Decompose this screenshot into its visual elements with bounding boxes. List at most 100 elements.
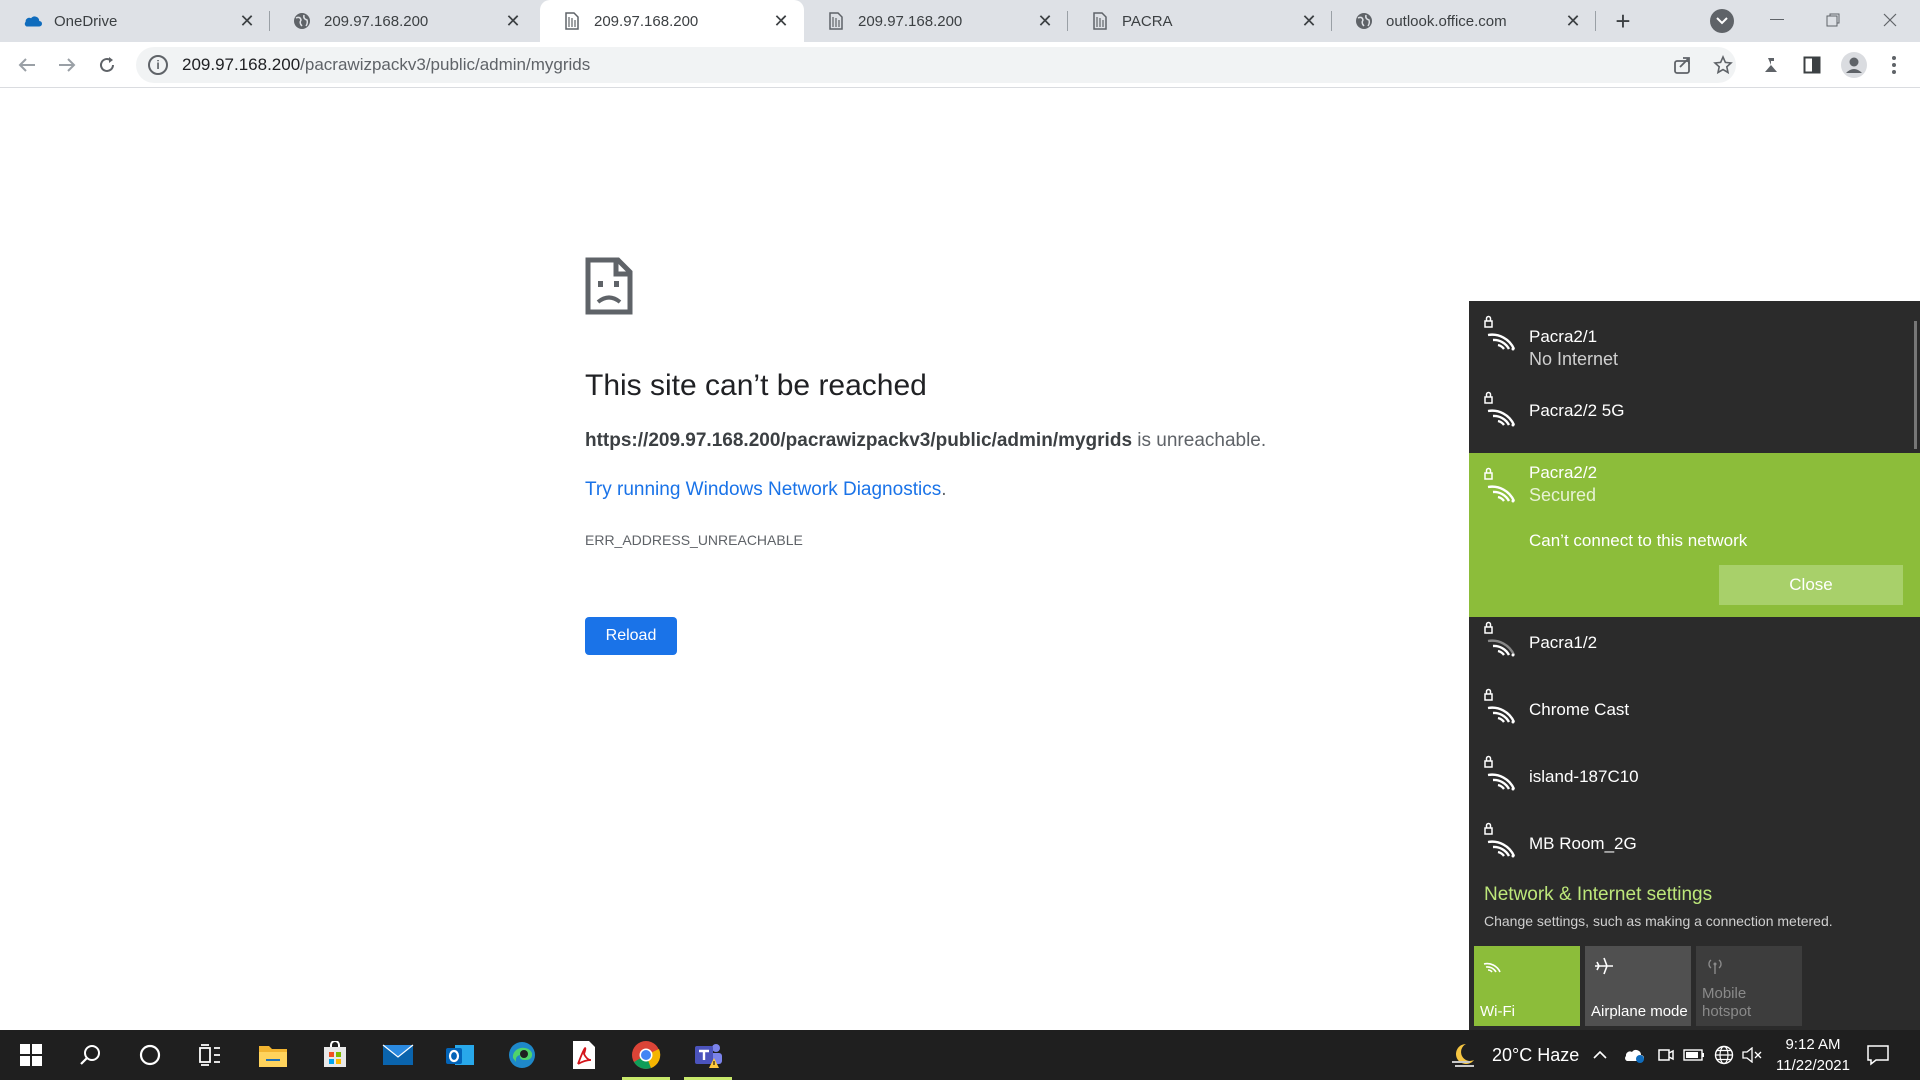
tab-ip-3[interactable]: 209.97.168.200 ✕ [804, 0, 1068, 42]
network-item-island[interactable]: island-187C10 [1469, 751, 1920, 818]
connection-error-message: Can’t connect to this network [1529, 531, 1748, 550]
onedrive-icon [22, 11, 42, 31]
close-icon[interactable]: ✕ [236, 10, 258, 32]
error-url: https://209.97.168.200/pacrawizpackv3/pu… [585, 430, 1133, 451]
tab-title: OneDrive [54, 12, 118, 30]
battery-icon[interactable] [1682, 1043, 1706, 1067]
tab-strip: OneDrive ✕ 209.97.168.200 ✕ 209.97.168.2… [0, 0, 1920, 42]
store-button[interactable] [307, 1030, 363, 1080]
store-icon [324, 1041, 346, 1067]
outlook-button[interactable] [432, 1030, 488, 1080]
error-message: https://209.97.168.200/pacrawizpackv3/pu… [585, 430, 1266, 452]
menu-kebab-icon[interactable] [1882, 53, 1906, 77]
mail-icon [382, 1044, 414, 1065]
network-name: MB Room_2G [1529, 834, 1637, 853]
close-icon[interactable]: ✕ [1034, 10, 1056, 32]
network-globe-icon[interactable] [1712, 1043, 1736, 1067]
wifi-secured-icon [1484, 822, 1516, 863]
close-icon[interactable]: ✕ [502, 10, 524, 32]
network-item-mb-room[interactable]: MB Room_2G [1469, 818, 1920, 882]
chevron-down-icon [1716, 17, 1728, 25]
share-icon[interactable] [1670, 53, 1694, 77]
clock[interactable]: 9:12 AM 11/22/2021 [1770, 1034, 1856, 1076]
edge-icon [509, 1042, 535, 1068]
volume-muted-icon[interactable] [1740, 1043, 1764, 1067]
wifi-toggle[interactable]: Wi-Fi [1474, 946, 1580, 1026]
task-view-button[interactable] [182, 1030, 238, 1080]
wifi-icon [1482, 956, 1504, 978]
tab-title: 209.97.168.200 [324, 12, 429, 30]
tab-ip-1[interactable]: 209.97.168.200 ✕ [270, 0, 536, 42]
reload-toolbar-button[interactable] [92, 50, 122, 80]
side-panel-icon[interactable] [1800, 53, 1824, 77]
notifications-icon[interactable] [1866, 1043, 1890, 1072]
tab-title: outlook.office.com [1386, 12, 1507, 30]
cortana-button[interactable] [122, 1030, 178, 1080]
network-item-chrome-cast[interactable]: Chrome Cast [1469, 684, 1920, 751]
network-settings-description: Change settings, such as making a connec… [1484, 913, 1833, 929]
chrome-icon [632, 1041, 661, 1069]
hotspot-label-line1: Mobile [1702, 985, 1747, 1002]
teams-icon [695, 1044, 722, 1068]
folder-icon [259, 1046, 287, 1067]
close-icon[interactable]: ✕ [1562, 10, 1584, 32]
edge-button[interactable] [494, 1030, 550, 1080]
network-internet-settings-link[interactable]: Network & Internet settings [1484, 884, 1712, 906]
reload-button[interactable]: Reload [585, 617, 677, 655]
teams-button[interactable] [680, 1030, 736, 1080]
info-icon[interactable]: i [148, 55, 168, 75]
windows-logo-icon [20, 1044, 42, 1066]
diagnostics-period: . [941, 479, 947, 500]
mobile-hotspot-toggle[interactable]: Mobile hotspot [1696, 946, 1802, 1026]
meet-now-icon[interactable] [1654, 1043, 1678, 1067]
acrobat-button[interactable] [556, 1030, 612, 1080]
minimize-button[interactable] [1749, 0, 1805, 40]
file-explorer-button[interactable] [245, 1030, 301, 1080]
tab-search-button[interactable] [1710, 9, 1734, 33]
close-icon[interactable]: ✕ [1298, 10, 1320, 32]
tab-onedrive[interactable]: OneDrive ✕ [0, 0, 270, 42]
wifi-secured-icon [1484, 391, 1516, 432]
close-network-button[interactable]: Close [1719, 565, 1903, 605]
chrome-button[interactable] [618, 1030, 674, 1080]
tab-outlook[interactable]: outlook.office.com ✕ [1332, 0, 1596, 42]
url-text: 209.97.168.200/pacrawizpackv3/public/adm… [182, 55, 590, 75]
start-button[interactable] [3, 1030, 59, 1080]
wifi-secured-icon [1484, 688, 1516, 729]
profile-avatar-icon[interactable] [1840, 51, 1868, 79]
clock-time: 9:12 AM [1785, 1036, 1841, 1053]
network-item-pacra2-2-selected[interactable]: Pacra2/2 Secured Can’t connect to this n… [1469, 453, 1920, 617]
search-button[interactable] [62, 1030, 118, 1080]
tab-pacra[interactable]: PACRA ✕ [1068, 0, 1332, 42]
weather-widget[interactable]: 20°C Haze [1450, 1030, 1579, 1080]
forward-button[interactable] [52, 50, 82, 80]
extensions-icon[interactable] [1760, 53, 1784, 77]
close-window-button[interactable] [1862, 0, 1918, 40]
minimize-icon [1770, 19, 1784, 20]
restore-button[interactable] [1805, 0, 1861, 40]
network-name: Pacra2/2 [1529, 463, 1598, 482]
new-tab-button[interactable]: + [1608, 6, 1638, 36]
url-path: /pacrawizpackv3/public/admin/mygrids [300, 55, 591, 74]
tab-title: PACRA [1122, 12, 1173, 30]
onedrive-tray-icon[interactable] [1622, 1043, 1646, 1067]
network-item-pacra2-2-5g[interactable]: Pacra2/2 5G [1469, 377, 1920, 453]
network-item-pacra2-1[interactable]: Pacra2/1 No Internet [1469, 301, 1920, 377]
tab-title: 209.97.168.200 [858, 12, 963, 30]
close-icon[interactable]: ✕ [770, 10, 792, 32]
back-button[interactable] [12, 50, 42, 80]
diagnostics-link[interactable]: Try running Windows Network Diagnostics [585, 479, 941, 500]
weather-text: 20°C Haze [1492, 1044, 1580, 1065]
airplane-mode-toggle[interactable]: Airplane mode [1585, 946, 1691, 1026]
bookmark-star-icon[interactable] [1711, 53, 1735, 77]
windows-taskbar: 20°C Haze 9:12 AM 11/22/2021 [0, 1030, 1920, 1080]
mail-button[interactable] [370, 1030, 426, 1080]
network-name: Pacra1/2 [1529, 633, 1598, 652]
tab-ip-2-active[interactable]: 209.97.168.200 ✕ [540, 0, 804, 42]
address-bar[interactable]: i 209.97.168.200/pacrawizpackv3/public/a… [136, 47, 1736, 83]
search-icon [80, 1045, 100, 1065]
wifi-secured-weak-icon [1484, 621, 1516, 662]
network-item-pacra1-2[interactable]: Pacra1/2 [1469, 617, 1920, 684]
hotspot-label-line2: hotspot [1702, 1003, 1752, 1020]
tray-overflow-chevron-icon[interactable] [1588, 1043, 1612, 1067]
